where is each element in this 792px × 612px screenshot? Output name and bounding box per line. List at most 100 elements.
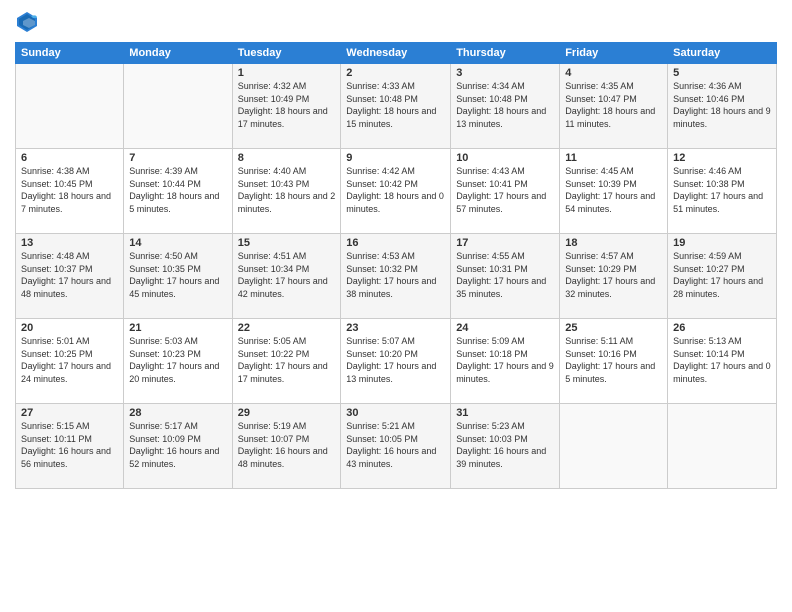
calendar-cell: 12Sunrise: 4:46 AM Sunset: 10:38 PM Dayl… [668, 149, 777, 234]
calendar-cell: 7Sunrise: 4:39 AM Sunset: 10:44 PM Dayli… [124, 149, 232, 234]
calendar-cell: 15Sunrise: 4:51 AM Sunset: 10:34 PM Dayl… [232, 234, 341, 319]
page: SundayMondayTuesdayWednesdayThursdayFrid… [0, 0, 792, 612]
calendar-cell: 30Sunrise: 5:21 AM Sunset: 10:05 PM Dayl… [341, 404, 451, 489]
day-of-week-header: Wednesday [341, 43, 451, 64]
day-of-week-header: Saturday [668, 43, 777, 64]
day-info: Sunrise: 5:05 AM Sunset: 10:22 PM Daylig… [238, 335, 336, 385]
day-info: Sunrise: 5:23 AM Sunset: 10:03 PM Daylig… [456, 420, 554, 470]
calendar-cell [668, 404, 777, 489]
calendar-table: SundayMondayTuesdayWednesdayThursdayFrid… [15, 42, 777, 489]
day-of-week-header: Monday [124, 43, 232, 64]
day-number: 14 [129, 237, 226, 249]
calendar-cell: 14Sunrise: 4:50 AM Sunset: 10:35 PM Dayl… [124, 234, 232, 319]
day-info: Sunrise: 4:38 AM Sunset: 10:45 PM Daylig… [21, 165, 118, 215]
day-info: Sunrise: 4:45 AM Sunset: 10:39 PM Daylig… [565, 165, 662, 215]
day-of-week-header: Tuesday [232, 43, 341, 64]
day-info: Sunrise: 5:11 AM Sunset: 10:16 PM Daylig… [565, 335, 662, 385]
calendar-cell: 11Sunrise: 4:45 AM Sunset: 10:39 PM Dayl… [560, 149, 668, 234]
calendar-cell: 28Sunrise: 5:17 AM Sunset: 10:09 PM Dayl… [124, 404, 232, 489]
day-number: 26 [673, 322, 771, 334]
day-info: Sunrise: 5:21 AM Sunset: 10:05 PM Daylig… [346, 420, 445, 470]
header [15, 10, 777, 34]
day-info: Sunrise: 4:42 AM Sunset: 10:42 PM Daylig… [346, 165, 445, 215]
logo-icon [15, 10, 39, 34]
calendar-cell: 8Sunrise: 4:40 AM Sunset: 10:43 PM Dayli… [232, 149, 341, 234]
day-number: 13 [21, 237, 118, 249]
calendar-cell: 13Sunrise: 4:48 AM Sunset: 10:37 PM Dayl… [16, 234, 124, 319]
calendar-cell [124, 64, 232, 149]
day-info: Sunrise: 5:15 AM Sunset: 10:11 PM Daylig… [21, 420, 118, 470]
day-info: Sunrise: 4:50 AM Sunset: 10:35 PM Daylig… [129, 250, 226, 300]
calendar-cell: 3Sunrise: 4:34 AM Sunset: 10:48 PM Dayli… [451, 64, 560, 149]
calendar-cell: 16Sunrise: 4:53 AM Sunset: 10:32 PM Dayl… [341, 234, 451, 319]
day-info: Sunrise: 5:13 AM Sunset: 10:14 PM Daylig… [673, 335, 771, 385]
calendar-cell: 29Sunrise: 5:19 AM Sunset: 10:07 PM Dayl… [232, 404, 341, 489]
calendar-cell: 2Sunrise: 4:33 AM Sunset: 10:48 PM Dayli… [341, 64, 451, 149]
day-number: 21 [129, 322, 226, 334]
day-number: 29 [238, 407, 336, 419]
calendar-cell: 26Sunrise: 5:13 AM Sunset: 10:14 PM Dayl… [668, 319, 777, 404]
calendar-cell: 21Sunrise: 5:03 AM Sunset: 10:23 PM Dayl… [124, 319, 232, 404]
calendar-cell: 24Sunrise: 5:09 AM Sunset: 10:18 PM Dayl… [451, 319, 560, 404]
day-number: 10 [456, 152, 554, 164]
day-number: 2 [346, 67, 445, 79]
day-info: Sunrise: 4:59 AM Sunset: 10:27 PM Daylig… [673, 250, 771, 300]
day-info: Sunrise: 5:07 AM Sunset: 10:20 PM Daylig… [346, 335, 445, 385]
calendar-cell: 5Sunrise: 4:36 AM Sunset: 10:46 PM Dayli… [668, 64, 777, 149]
day-number: 8 [238, 152, 336, 164]
day-info: Sunrise: 4:34 AM Sunset: 10:48 PM Daylig… [456, 80, 554, 130]
calendar-header-row: SundayMondayTuesdayWednesdayThursdayFrid… [16, 43, 777, 64]
day-number: 15 [238, 237, 336, 249]
day-number: 7 [129, 152, 226, 164]
day-number: 1 [238, 67, 336, 79]
day-info: Sunrise: 4:32 AM Sunset: 10:49 PM Daylig… [238, 80, 336, 130]
calendar-cell: 1Sunrise: 4:32 AM Sunset: 10:49 PM Dayli… [232, 64, 341, 149]
day-number: 16 [346, 237, 445, 249]
day-number: 19 [673, 237, 771, 249]
calendar-week-row: 13Sunrise: 4:48 AM Sunset: 10:37 PM Dayl… [16, 234, 777, 319]
calendar-cell: 9Sunrise: 4:42 AM Sunset: 10:42 PM Dayli… [341, 149, 451, 234]
day-of-week-header: Sunday [16, 43, 124, 64]
day-info: Sunrise: 5:17 AM Sunset: 10:09 PM Daylig… [129, 420, 226, 470]
logo [15, 10, 41, 34]
day-number: 6 [21, 152, 118, 164]
day-number: 4 [565, 67, 662, 79]
calendar-cell: 23Sunrise: 5:07 AM Sunset: 10:20 PM Dayl… [341, 319, 451, 404]
day-info: Sunrise: 4:33 AM Sunset: 10:48 PM Daylig… [346, 80, 445, 130]
day-number: 22 [238, 322, 336, 334]
calendar-cell: 6Sunrise: 4:38 AM Sunset: 10:45 PM Dayli… [16, 149, 124, 234]
day-number: 28 [129, 407, 226, 419]
day-number: 9 [346, 152, 445, 164]
day-number: 23 [346, 322, 445, 334]
calendar-cell: 31Sunrise: 5:23 AM Sunset: 10:03 PM Dayl… [451, 404, 560, 489]
calendar-week-row: 1Sunrise: 4:32 AM Sunset: 10:49 PM Dayli… [16, 64, 777, 149]
day-info: Sunrise: 4:57 AM Sunset: 10:29 PM Daylig… [565, 250, 662, 300]
day-number: 3 [456, 67, 554, 79]
day-of-week-header: Thursday [451, 43, 560, 64]
day-number: 30 [346, 407, 445, 419]
calendar-cell [16, 64, 124, 149]
calendar-cell: 25Sunrise: 5:11 AM Sunset: 10:16 PM Dayl… [560, 319, 668, 404]
day-info: Sunrise: 4:43 AM Sunset: 10:41 PM Daylig… [456, 165, 554, 215]
day-number: 11 [565, 152, 662, 164]
day-info: Sunrise: 4:46 AM Sunset: 10:38 PM Daylig… [673, 165, 771, 215]
day-info: Sunrise: 4:51 AM Sunset: 10:34 PM Daylig… [238, 250, 336, 300]
day-info: Sunrise: 4:53 AM Sunset: 10:32 PM Daylig… [346, 250, 445, 300]
calendar-cell: 27Sunrise: 5:15 AM Sunset: 10:11 PM Dayl… [16, 404, 124, 489]
calendar-week-row: 20Sunrise: 5:01 AM Sunset: 10:25 PM Dayl… [16, 319, 777, 404]
calendar-cell: 19Sunrise: 4:59 AM Sunset: 10:27 PM Dayl… [668, 234, 777, 319]
day-number: 12 [673, 152, 771, 164]
day-number: 31 [456, 407, 554, 419]
day-info: Sunrise: 4:36 AM Sunset: 10:46 PM Daylig… [673, 80, 771, 130]
day-info: Sunrise: 5:03 AM Sunset: 10:23 PM Daylig… [129, 335, 226, 385]
day-number: 17 [456, 237, 554, 249]
day-info: Sunrise: 4:40 AM Sunset: 10:43 PM Daylig… [238, 165, 336, 215]
calendar-cell: 4Sunrise: 4:35 AM Sunset: 10:47 PM Dayli… [560, 64, 668, 149]
day-of-week-header: Friday [560, 43, 668, 64]
day-number: 24 [456, 322, 554, 334]
calendar-cell: 18Sunrise: 4:57 AM Sunset: 10:29 PM Dayl… [560, 234, 668, 319]
calendar-cell: 22Sunrise: 5:05 AM Sunset: 10:22 PM Dayl… [232, 319, 341, 404]
day-info: Sunrise: 4:48 AM Sunset: 10:37 PM Daylig… [21, 250, 118, 300]
day-number: 20 [21, 322, 118, 334]
calendar-cell: 17Sunrise: 4:55 AM Sunset: 10:31 PM Dayl… [451, 234, 560, 319]
